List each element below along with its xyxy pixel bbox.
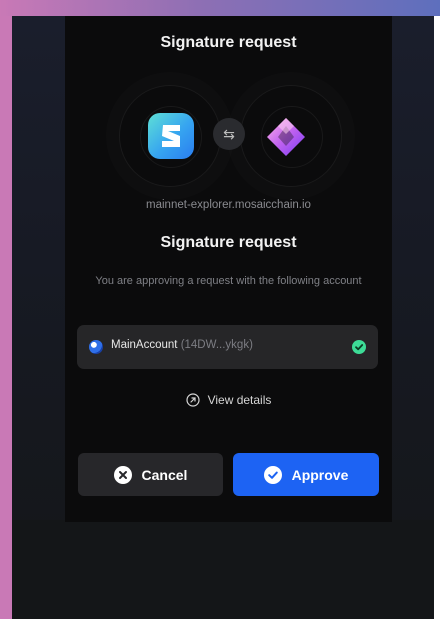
approve-label: Approve xyxy=(291,466,349,483)
mosaic-logo-icon xyxy=(261,112,311,162)
dapp-domain: mainnet-explorer.mosaicchain.io xyxy=(146,199,311,211)
arrow-up-right-icon xyxy=(185,393,200,407)
view-details-label: View details xyxy=(207,393,272,407)
request-description: You are approving a request with the fol… xyxy=(95,275,362,287)
dialog-title: Signature request xyxy=(160,34,297,51)
window-left-border xyxy=(0,16,12,619)
subwallet-logo-icon xyxy=(148,113,194,159)
check-circle-icon xyxy=(263,465,282,484)
window-top-border xyxy=(0,0,440,16)
backdrop-bottom xyxy=(12,520,434,619)
account-avatar-icon xyxy=(89,340,103,354)
approve-button[interactable]: Approve xyxy=(233,453,379,496)
account-label: MainAccount (14DW...ykgk) xyxy=(111,339,253,351)
swap-arrows-icon: ⇆ xyxy=(213,118,245,150)
account-selector[interactable]: MainAccount (14DW...ykgk) xyxy=(77,325,378,369)
request-heading: Signature request xyxy=(160,234,297,251)
view-details-link[interactable]: View details xyxy=(65,393,392,407)
cancel-button[interactable]: Cancel xyxy=(78,453,223,496)
account-address: (14DW...ykgk) xyxy=(180,339,253,351)
window-right-border xyxy=(434,16,440,619)
signature-request-dialog: Signature request ⇆ mainnet-explorer.mos… xyxy=(65,16,392,522)
close-circle-icon xyxy=(113,465,132,484)
account-name: MainAccount xyxy=(111,339,178,351)
cancel-label: Cancel xyxy=(141,466,188,483)
check-icon xyxy=(352,340,366,354)
